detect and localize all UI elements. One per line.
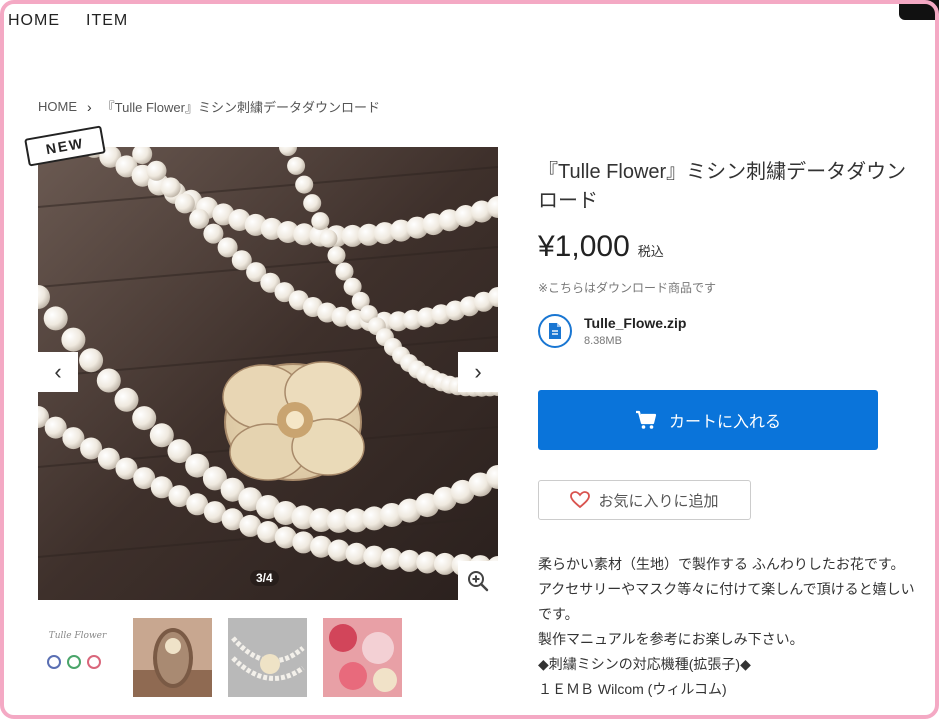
thumbnail-pink-flowers-photo (323, 618, 402, 697)
thumbnail-strip: Tulle Flower (38, 618, 402, 697)
thumbnail-1[interactable]: Tulle Flower (38, 618, 117, 697)
price-row: ¥1,000 税込 (538, 230, 664, 264)
cart-icon (635, 410, 657, 429)
product-title: 『Tulle Flower』ミシン刺繍データダウンロード (538, 161, 907, 212)
next-image-button[interactable]: › (458, 352, 498, 392)
add-to-favorites-button[interactable]: お気に入りに追加 (538, 480, 751, 520)
chevron-right-icon: › (87, 98, 92, 115)
thumbnail-2[interactable] (133, 618, 212, 697)
zoom-in-icon (468, 571, 489, 592)
thumbnail-necklace-photo (228, 618, 307, 697)
tax-label: 税込 (637, 244, 664, 259)
thumbnail-3[interactable] (228, 618, 307, 697)
prev-image-button[interactable]: ‹ (38, 352, 78, 392)
file-icon (538, 314, 572, 348)
product-image[interactable] (38, 147, 498, 600)
file-name: Tulle_Flowe.zip (584, 315, 687, 331)
breadcrumb-home-link[interactable]: HOME (38, 99, 77, 114)
breadcrumb: HOME › 『Tulle Flower』ミシン刺繍データダウンロード (38, 97, 380, 116)
thumbnail-4[interactable] (323, 618, 402, 697)
breadcrumb-current: 『Tulle Flower』ミシン刺繍データダウンロード (101, 100, 380, 115)
thumbnail-hoop-photo (133, 618, 212, 697)
chevron-left-icon: ‹ (54, 359, 62, 384)
thumbnail-flower-swatches: Tulle Flower (38, 618, 117, 697)
description-line: ◆刺繍ミシンの対応機種(拡張子)◆ (538, 656, 751, 672)
nav-home-link[interactable]: HOME (8, 12, 60, 30)
file-size: 8.38MB (584, 335, 622, 347)
corner-tab (899, 0, 939, 20)
add-to-favorites-label: お気に入りに追加 (598, 492, 719, 510)
heart-icon (570, 491, 591, 509)
image-counter: 3/4 (250, 570, 279, 586)
description-line: 製作マニュアルを参考にお楽しみ下さい。 (538, 631, 804, 647)
zoom-button[interactable] (458, 561, 498, 601)
thumbnail-caption: Tulle Flower (49, 631, 107, 641)
product-price: ¥1,000 (538, 230, 630, 263)
add-to-cart-button[interactable]: カートに入れる (538, 390, 878, 450)
download-note: ※こちらはダウンロード商品です (538, 281, 717, 295)
chevron-right-icon: › (474, 359, 482, 384)
nav-item-link[interactable]: ITEM (86, 12, 128, 30)
add-to-cart-label: カートに入れる (668, 414, 781, 431)
product-description: 柔らかい素材（生地）で製作する ふんわりしたお花です。 アクセサリーやマスク等々… (538, 552, 918, 702)
description-line: １ＥＭＢ Wilcom (ウィルコム) (538, 681, 727, 697)
description-line: アクセサリーやマスク等々に付けて楽しんで頂けると嬉しいです。 (538, 581, 915, 622)
top-nav: HOME ITEM (8, 12, 128, 30)
pearl-necklace-photo (38, 147, 498, 600)
download-file: Tulle_Flowe.zip 8.38MB (538, 314, 686, 348)
description-line: 柔らかい素材（生地）で製作する ふんわりしたお花です。 (538, 556, 905, 572)
